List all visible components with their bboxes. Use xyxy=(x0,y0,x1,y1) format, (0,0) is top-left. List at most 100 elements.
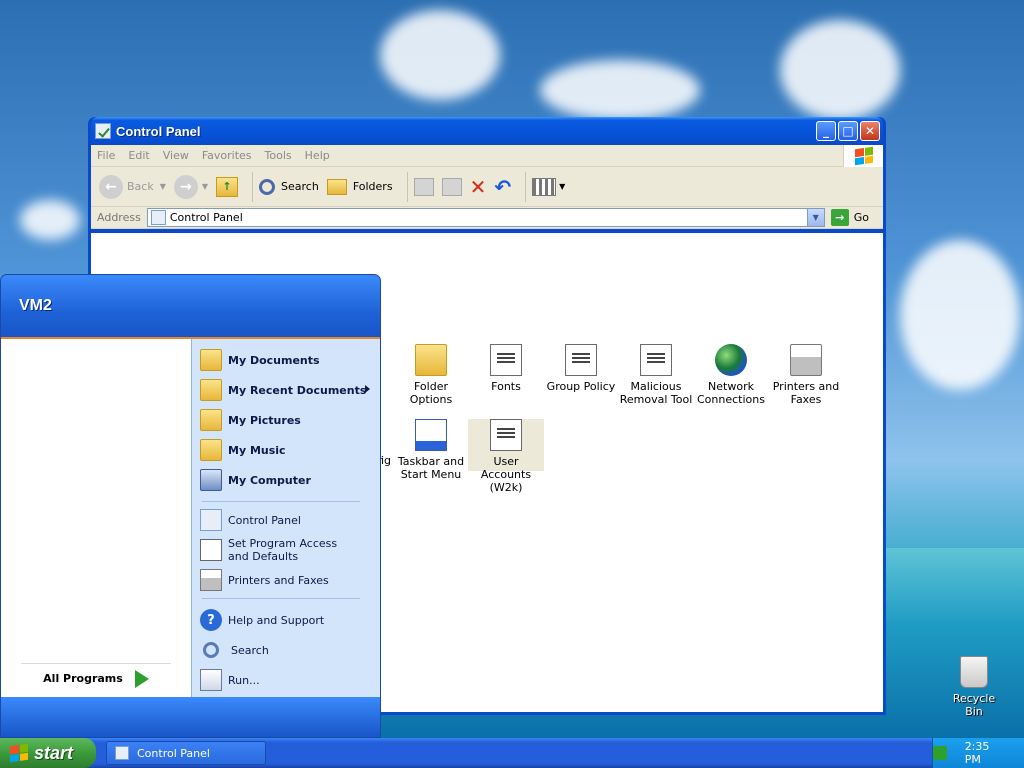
forward-arrow-icon: → xyxy=(173,174,198,199)
item-folder-options[interactable]: Folder Options xyxy=(393,344,469,406)
start-item-search[interactable]: Search xyxy=(192,635,380,665)
all-programs-arrow-icon xyxy=(134,669,149,688)
delete-button[interactable]: ✕ xyxy=(470,175,487,199)
undo-button[interactable]: ↶ xyxy=(494,175,511,199)
folder-options-icon xyxy=(415,344,447,376)
search-icon xyxy=(259,178,276,195)
start-button[interactable]: start xyxy=(0,738,96,768)
folders-button[interactable]: Folders xyxy=(326,178,393,195)
menu-view[interactable]: View xyxy=(163,149,189,162)
start-menu-separator xyxy=(202,598,360,599)
toolbar-separator xyxy=(525,171,527,202)
start-label: start xyxy=(34,742,74,763)
item-network-connections[interactable]: Network Connections xyxy=(693,344,769,406)
maximize-button[interactable]: □ xyxy=(838,121,858,141)
views-icon xyxy=(532,177,557,196)
user-name: VM2 xyxy=(19,297,52,314)
window-titlebar[interactable]: Control Panel _ □ ✕ xyxy=(91,117,883,145)
menu-edit[interactable]: Edit xyxy=(128,149,149,162)
item-printers-faxes[interactable]: Printers and Faxes xyxy=(768,344,844,406)
taskbar-start-menu-icon xyxy=(415,419,447,451)
menu-help[interactable]: Help xyxy=(305,149,330,162)
views-button[interactable]: ▼ xyxy=(532,177,565,196)
toolbar-separator xyxy=(252,171,254,202)
up-button[interactable]: ↑ xyxy=(216,176,239,197)
clock[interactable]: 2:35 PM xyxy=(965,740,1008,766)
start-item-help-support[interactable]: ? Help and Support xyxy=(192,605,380,635)
forward-button[interactable]: → ▼ xyxy=(173,174,208,199)
close-button[interactable]: ✕ xyxy=(860,121,880,141)
start-item-my-computer[interactable]: My Computer xyxy=(192,465,380,495)
item-label: Run... xyxy=(228,673,260,687)
item-label: Malicious Removal Tool xyxy=(619,380,693,406)
item-user-accounts[interactable]: User Accounts (W2k) xyxy=(468,419,544,494)
item-label: Printers and Faxes xyxy=(772,380,840,406)
recycle-bin[interactable]: Recycle Bin xyxy=(944,656,1004,718)
set-program-access-icon xyxy=(200,539,222,561)
minimize-button[interactable]: _ xyxy=(816,121,836,141)
toolbar-separator xyxy=(406,171,408,202)
group-policy-icon xyxy=(565,344,597,376)
item-label: Taskbar and Start Menu xyxy=(397,455,465,481)
my-computer-icon xyxy=(200,469,222,491)
address-field[interactable]: Control Panel ▼ xyxy=(146,208,825,227)
copy-to-icon xyxy=(441,177,462,196)
window-title: Control Panel xyxy=(116,123,201,139)
my-recent-documents-icon xyxy=(200,379,222,401)
address-dropdown-icon[interactable]: ▼ xyxy=(806,209,824,226)
move-to-icon xyxy=(413,177,434,196)
start-item-my-pictures[interactable]: My Pictures xyxy=(192,405,380,435)
search-button[interactable]: Search xyxy=(259,178,319,195)
copy-to-button[interactable] xyxy=(441,177,462,196)
start-item-my-recent-documents[interactable]: My Recent Documents xyxy=(192,375,380,405)
back-arrow-icon: ← xyxy=(99,174,123,199)
item-group-policy[interactable]: Group Policy xyxy=(543,344,619,393)
item-label: My Pictures xyxy=(228,413,301,427)
taskbar-button-control-panel[interactable]: Control Panel xyxy=(106,741,266,765)
item-taskbar-start-menu[interactable]: Taskbar and Start Menu xyxy=(393,419,469,481)
back-button[interactable]: ← Back ▼ xyxy=(99,174,166,199)
network-tray-icon[interactable] xyxy=(933,746,947,760)
network-connections-icon xyxy=(715,344,747,376)
item-malicious-removal-tool[interactable]: Malicious Removal Tool xyxy=(618,344,694,406)
start-item-control-panel[interactable]: Control Panel xyxy=(192,508,380,532)
menu-file[interactable]: File xyxy=(97,149,115,162)
start-menu: VM2 All Programs My Documents My Recent … xyxy=(0,274,381,738)
system-tray: 2:35 PM xyxy=(932,738,1024,768)
control-panel-icon xyxy=(150,210,166,225)
start-item-printers-faxes[interactable]: Printers and Faxes xyxy=(192,568,380,592)
item-label: Folder Options xyxy=(409,380,453,406)
menu-tools[interactable]: Tools xyxy=(265,149,292,162)
malicious-removal-tool-icon xyxy=(640,344,672,376)
start-menu-places: My Documents My Recent Documents My Pict… xyxy=(191,339,380,697)
windows-logo-icon xyxy=(843,145,883,167)
item-label: My Music xyxy=(228,443,286,457)
item-label: Set Program Access and Defaults xyxy=(228,537,338,563)
submenu-arrow-icon xyxy=(365,385,370,393)
my-pictures-icon xyxy=(200,409,222,431)
menu-favorites[interactable]: Favorites xyxy=(202,149,252,162)
item-label: Search xyxy=(231,643,269,657)
user-accounts-icon xyxy=(490,419,522,451)
item-label: Control Panel xyxy=(228,513,301,527)
start-item-my-documents[interactable]: My Documents xyxy=(192,345,380,375)
delete-icon: ✕ xyxy=(469,174,487,199)
fonts-icon xyxy=(490,344,522,376)
search-icon xyxy=(203,642,219,658)
start-item-set-program-access[interactable]: Set Program Access and Defaults xyxy=(192,532,380,568)
go-button[interactable]: → Go xyxy=(830,209,869,226)
all-programs-button[interactable]: All Programs xyxy=(21,663,171,693)
go-label: Go xyxy=(853,211,869,224)
go-arrow-icon: → xyxy=(830,209,849,226)
my-music-icon xyxy=(200,439,222,461)
start-item-run[interactable]: Run... xyxy=(192,665,380,695)
start-item-my-music[interactable]: My Music xyxy=(192,435,380,465)
menu-bar: File Edit View Favorites Tools Help xyxy=(91,145,883,167)
move-to-button[interactable] xyxy=(413,177,434,196)
item-label: Group Policy xyxy=(546,380,616,393)
item-label: My Recent Documents xyxy=(228,383,367,397)
item-label: Help and Support xyxy=(228,613,325,627)
item-label: My Computer xyxy=(228,473,311,487)
folders-icon xyxy=(326,178,347,195)
item-fonts[interactable]: Fonts xyxy=(468,344,544,393)
